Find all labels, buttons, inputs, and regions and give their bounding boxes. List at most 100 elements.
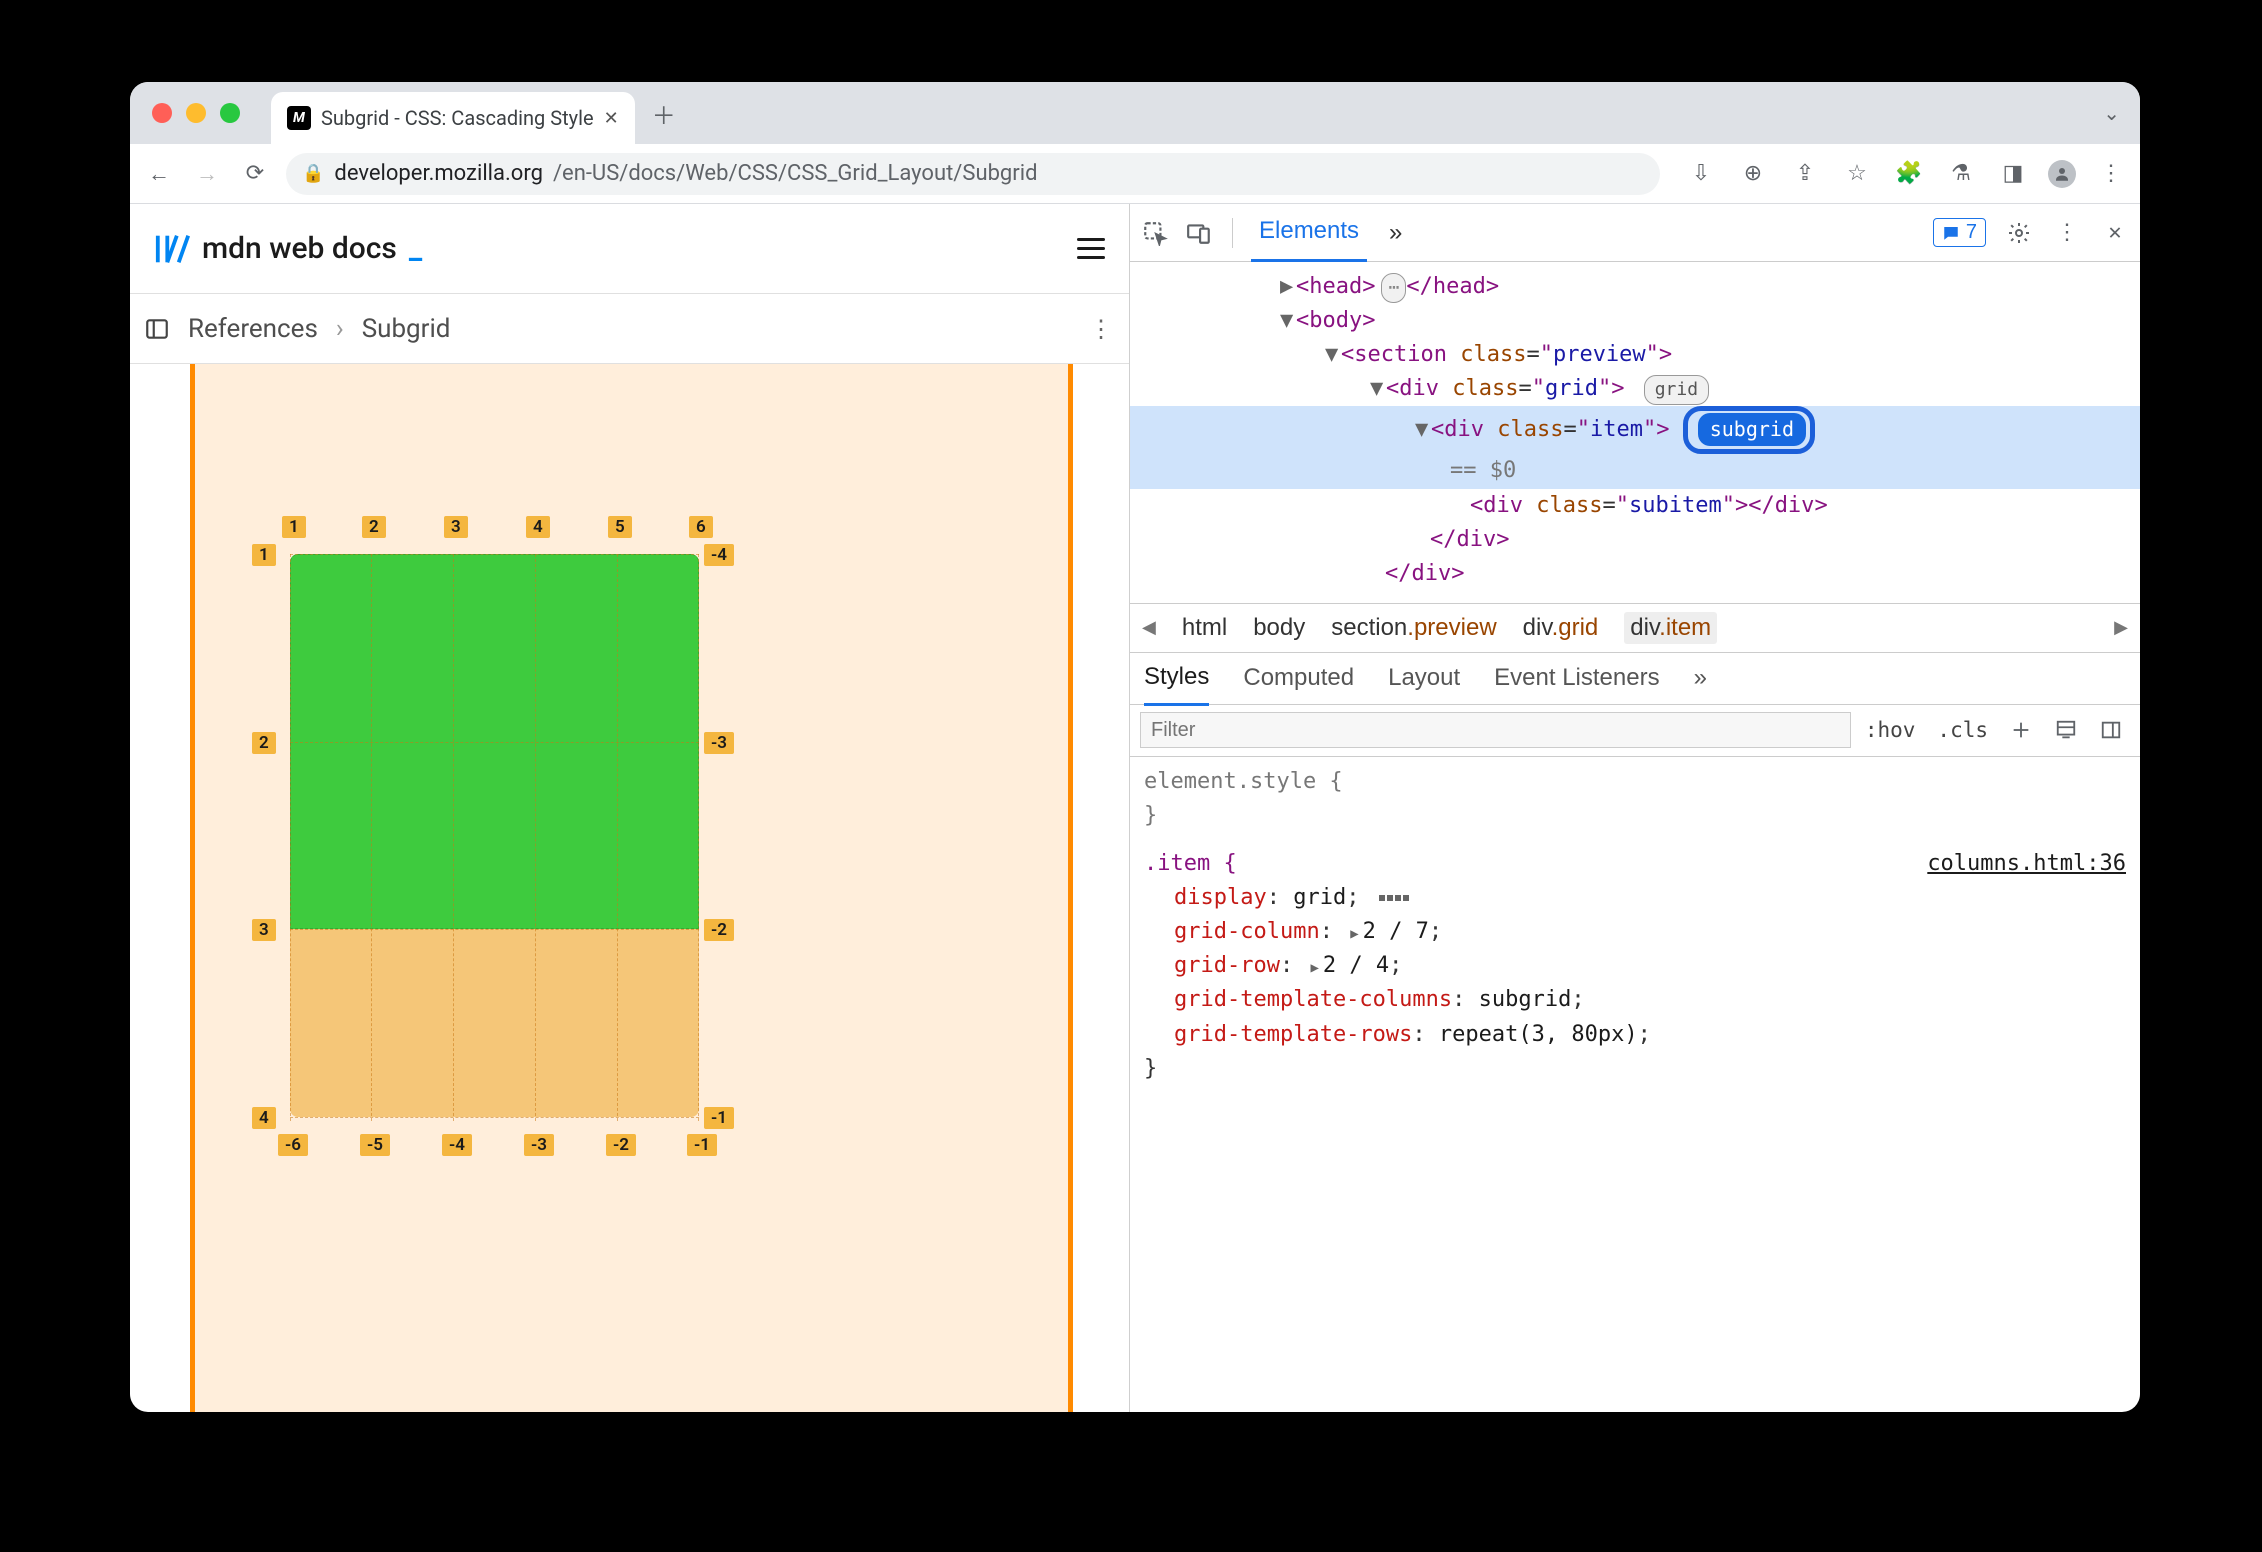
article-body: 1 2 3 4 5 6 1 2 3 4 -4 -3 -2 -1 <box>130 364 1129 1412</box>
grid-col-label: 4 <box>526 516 550 538</box>
favicon-icon: M <box>287 106 311 130</box>
forward-button[interactable]: → <box>190 157 224 191</box>
crumb-current: Subgrid <box>362 314 451 344</box>
grid-col-neg-label: -6 <box>278 1134 308 1156</box>
grid-row-label: 3 <box>252 919 276 941</box>
computed-panel-icon[interactable] <box>2046 719 2086 741</box>
browser-tab[interactable]: M Subgrid - CSS: Cascading Style ✕ <box>271 92 635 144</box>
extensions-icon[interactable]: 🧩 <box>1892 157 1926 191</box>
labs-icon[interactable]: ⚗ <box>1944 157 1978 191</box>
grid-badge[interactable]: grid <box>1644 375 1709 405</box>
declaration[interactable]: display: grid; <box>1144 881 2126 915</box>
brace-close: } <box>1144 799 2126 833</box>
url-host: developer.mozilla.org <box>334 161 543 186</box>
hov-button[interactable]: :hov <box>1857 718 1924 742</box>
new-rule-icon[interactable] <box>2002 719 2040 741</box>
device-toggle-icon[interactable] <box>1184 218 1214 248</box>
settings-icon[interactable] <box>2004 218 2034 248</box>
article-menu-icon[interactable]: ⋮ <box>1089 315 1115 343</box>
breadcrumb: References › Subgrid ⋮ <box>130 294 1129 364</box>
event-listeners-tab[interactable]: Event Listeners <box>1494 652 1659 704</box>
grid-icon[interactable] <box>1379 895 1409 901</box>
profile-avatar[interactable] <box>2048 160 2076 188</box>
cls-button[interactable]: .cls <box>1929 718 1996 742</box>
devtools-close-icon[interactable]: ✕ <box>2100 218 2130 248</box>
declaration[interactable]: grid-template-rows: repeat(3, 80px); <box>1144 1018 2126 1052</box>
tabs-more[interactable]: » <box>1381 205 1410 261</box>
styles-filter-input[interactable] <box>1140 712 1851 748</box>
css-rule: columns.html:36 .item { <box>1144 847 2126 881</box>
issues-badge[interactable]: 7 <box>1933 218 1986 247</box>
mdn-header: mdn web docs _ <box>130 204 1129 294</box>
minimize-window-icon[interactable] <box>186 103 206 123</box>
brace-close: } <box>1144 1052 2126 1086</box>
mdn-logo-icon <box>154 230 192 268</box>
grid-item-tan <box>290 929 699 1117</box>
layout-tab[interactable]: Layout <box>1388 652 1460 704</box>
dom-selected-node[interactable]: ▼<div class="item"> subgrid <box>1130 406 2140 454</box>
tab-title: Subgrid - CSS: Cascading Style <box>321 106 594 130</box>
subgrid-badge[interactable]: subgrid <box>1698 413 1806 446</box>
source-link[interactable]: columns.html:36 <box>1927 847 2126 881</box>
crumb-section[interactable]: section.preview <box>1331 614 1496 642</box>
styles-filter-bar: :hov .cls <box>1130 705 2140 757</box>
grid-col-neg-label: -1 <box>687 1134 717 1156</box>
grid-col-label: 5 <box>608 516 632 538</box>
rule-selector[interactable]: .item { <box>1144 851 1237 876</box>
grid-col-label: 6 <box>689 516 713 538</box>
styles-list[interactable]: element.style { } columns.html:36 .item … <box>1130 757 2140 1094</box>
dom-tree[interactable]: ▶<head>⋯</head> ▼<body> ▼<section class=… <box>1130 262 2140 603</box>
maximize-window-icon[interactable] <box>220 103 240 123</box>
subtabs-more[interactable]: » <box>1694 652 1707 704</box>
mdn-logo[interactable]: mdn web docs _ <box>154 230 422 268</box>
url-path: /en-US/docs/Web/CSS/CSS_Grid_Layout/Subg… <box>553 161 1038 186</box>
share-icon[interactable]: ⇪ <box>1788 157 1822 191</box>
sidebar-toggle-icon[interactable] <box>144 316 170 342</box>
inspect-icon[interactable] <box>1140 218 1170 248</box>
reload-button[interactable]: ⟳ <box>238 157 272 191</box>
crumb-next-icon[interactable]: ▶ <box>2114 617 2128 638</box>
kebab-menu-icon[interactable]: ⋮ <box>2052 218 2082 248</box>
bookmark-icon[interactable]: ☆ <box>1840 157 1874 191</box>
address-bar[interactable]: 🔒 developer.mozilla.org/en-US/docs/Web/C… <box>286 153 1660 195</box>
tab-close-icon[interactable]: ✕ <box>604 108 619 129</box>
crumb-references[interactable]: References <box>188 314 318 344</box>
declaration[interactable]: grid-column: ▶2 / 7; <box>1144 915 2126 949</box>
grid-col-neg-label: -2 <box>606 1134 636 1156</box>
crumb-prev-icon[interactable]: ◀ <box>1142 617 1156 638</box>
styles-tabs: Styles Computed Layout Event Listeners » <box>1130 653 2140 705</box>
zoom-icon[interactable]: ⊕ <box>1736 157 1770 191</box>
declaration[interactable]: grid-row: ▶2 / 4; <box>1144 949 2126 983</box>
install-icon[interactable]: ⇩ <box>1684 157 1718 191</box>
hamburger-menu-icon[interactable] <box>1077 238 1105 259</box>
crumb-html[interactable]: html <box>1182 614 1227 642</box>
crumb-div-item[interactable]: div.item <box>1624 612 1717 644</box>
close-window-icon[interactable] <box>152 103 172 123</box>
window-controls[interactable] <box>152 103 240 123</box>
grid-overlay: 1 2 3 4 5 6 1 2 3 4 -4 -3 -2 -1 <box>290 554 699 1121</box>
new-tab-button[interactable]: ＋ <box>652 96 676 131</box>
tab-menu-icon[interactable]: ⌄ <box>2103 101 2120 125</box>
grid-row-neg-label: -2 <box>704 919 734 941</box>
grid-row-label: 2 <box>252 732 276 754</box>
declaration[interactable]: grid-template-columns: subgrid; <box>1144 983 2126 1017</box>
grid-row-label: 4 <box>252 1107 276 1129</box>
sidepanel-icon[interactable]: ◨ <box>1996 157 2030 191</box>
more-menu-icon[interactable]: ⋮ <box>2094 157 2128 191</box>
grid-col-label: 3 <box>444 516 468 538</box>
toolbar-actions: ⇩ ⊕ ⇪ ☆ 🧩 ⚗ ◨ ⋮ <box>1684 157 2128 191</box>
crumb-div-grid[interactable]: div.grid <box>1523 614 1599 642</box>
styles-tab[interactable]: Styles <box>1144 651 1209 706</box>
crumb-separator-icon: › <box>336 314 344 344</box>
dom-breadcrumb[interactable]: ◀ html body section.preview div.grid div… <box>1130 603 2140 653</box>
toggle-sidebar-icon[interactable] <box>2092 719 2130 741</box>
grid-row-label: 1 <box>252 544 276 566</box>
computed-tab[interactable]: Computed <box>1243 652 1354 704</box>
console-ref: == $0 <box>1450 458 1516 483</box>
crumb-body[interactable]: body <box>1253 614 1305 642</box>
back-button[interactable]: ← <box>142 157 176 191</box>
browser-window: M Subgrid - CSS: Cascading Style ✕ ＋ ⌄ ←… <box>130 82 2140 1412</box>
elements-tab[interactable]: Elements <box>1251 203 1367 262</box>
mdn-logo-cursor: _ <box>409 231 422 266</box>
lock-icon: 🔒 <box>302 163 324 184</box>
